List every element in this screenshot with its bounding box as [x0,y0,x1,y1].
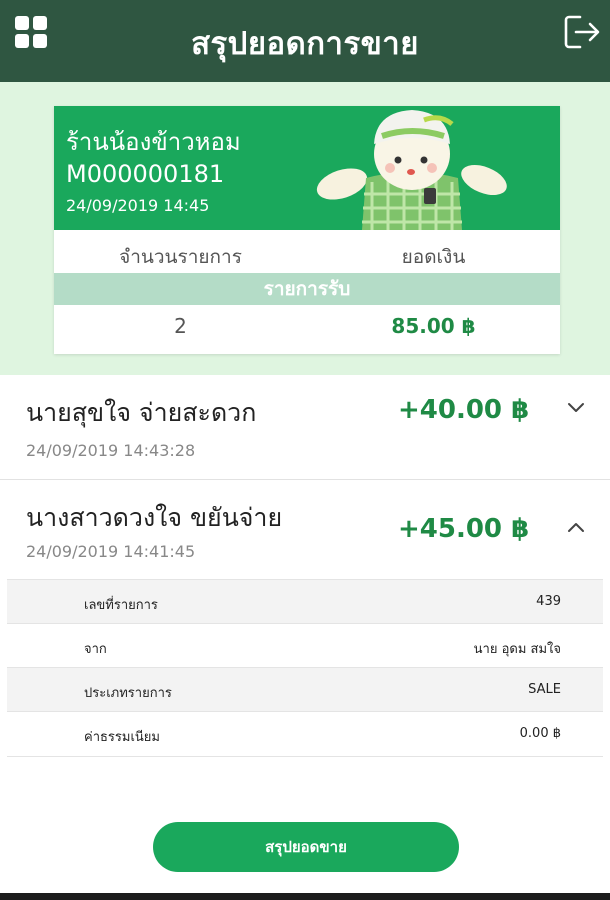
count-column-header: จำนวนรายการ [119,246,242,268]
detail-row-from: จาก นาย อุดม สมใจ [7,623,603,667]
payer-name: นายสุขใจ จ่ายสะดวก [26,398,257,427]
received-section-band: รายการรับ [54,273,560,305]
detail-value: 0.00 ฿ [519,726,561,741]
divider [7,756,603,757]
chevron-up-icon[interactable] [566,520,586,534]
total-amount: 85.00 ฿ [391,314,476,338]
merchant-id: M000000181 [66,160,225,188]
transaction-datetime: 24/09/2019 14:43:28 [26,441,196,460]
sales-summary-button[interactable]: สรุปยอดขาย [153,822,459,872]
summary-datetime: 24/09/2019 14:45 [66,196,210,215]
page-title: สรุปยอดการขาย [191,26,419,62]
detail-value: SALE [528,682,561,697]
detail-label: ประเภทรายการ [84,686,172,701]
rice-mascot-illustration [316,110,507,230]
chevron-down-icon[interactable] [566,401,586,415]
shop-name: ร้านน้องข้าวหอม [66,128,241,156]
detail-row-fee: ค่าธรรมเนียม 0.00 ฿ [7,711,603,755]
shop-banner: ร้านน้องข้าวหอม M000000181 24/09/2019 14… [54,106,560,230]
summary-card: ร้านน้องข้าวหอม M000000181 24/09/2019 14… [54,106,560,354]
summary-area: ร้านน้องข้าวหอม M000000181 24/09/2019 14… [0,82,610,375]
transaction-count: 2 [174,314,187,338]
payer-name: นางสาวดวงใจ ขยันจ่าย [26,503,283,532]
transaction-amount: +40.00 ฿ [398,395,530,425]
transaction-amount: +45.00 ฿ [398,514,530,544]
system-nav-bar [0,893,610,900]
detail-row-type: ประเภทรายการ SALE [7,667,603,711]
detail-value: นาย อุดม สมใจ [473,642,561,657]
transaction-datetime: 24/09/2019 14:41:45 [26,542,196,561]
detail-row-reference: เลขที่รายการ 439 [7,579,603,623]
detail-label: เลขที่รายการ [84,598,158,613]
app-header: สรุปยอดการขาย [0,0,610,82]
amount-column-header: ยอดเงิน [401,246,466,268]
transaction-item[interactable]: นายสุขใจ จ่ายสะดวก 24/09/2019 14:43:28 +… [0,375,610,480]
logout-icon[interactable] [563,13,601,51]
detail-label: ค่าธรรมเนียม [84,730,160,745]
detail-label: จาก [84,642,107,657]
transaction-item[interactable]: นางสาวดวงใจ ขยันจ่าย 24/09/2019 14:41:45… [0,480,610,578]
detail-value: 439 [536,594,561,609]
